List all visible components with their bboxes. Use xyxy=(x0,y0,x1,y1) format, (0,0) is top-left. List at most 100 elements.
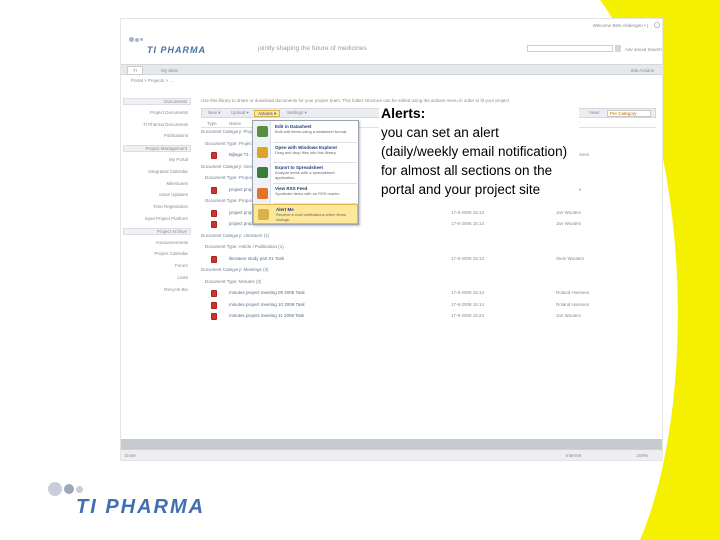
sidebar-item[interactable]: Project Management xyxy=(123,145,191,153)
sidebar-item[interactable]: Publications xyxy=(122,133,188,138)
status-bar: Done Internet 100% xyxy=(121,449,662,460)
menu-item-icon xyxy=(257,167,268,178)
help-icon[interactable] xyxy=(654,22,660,28)
modified-date: 17-9-2008 15:13 xyxy=(451,221,485,226)
sidebar-item[interactable]: Project Archive xyxy=(123,227,191,235)
welcome-menu[interactable]: Welcome Bets Alsbergen • | xyxy=(593,23,648,28)
sidebar-item[interactable]: Input Project Platform xyxy=(122,216,188,221)
group-header-row[interactable]: Document Type: Article / Publication (1) xyxy=(201,244,656,252)
view-select[interactable]: Per Category xyxy=(607,110,651,117)
group-header-row[interactable]: Document Type: Minutes (3) xyxy=(201,279,656,287)
document-name[interactable]: minutes project meeting 10 2008 Task xyxy=(229,302,305,307)
modified-date: 17-9-2008 15:14 xyxy=(451,301,485,307)
sidebar-item[interactable]: Forum xyxy=(122,263,188,268)
breadcrumb[interactable]: Portal > Projects > ... xyxy=(131,78,173,83)
table-row[interactable]: minutes project meeting 10 2008 Task 17-9… xyxy=(201,301,656,310)
menu-item-open-with-windows-explorer[interactable]: Open with Windows Explorer Drag and drop … xyxy=(253,143,358,163)
menu-item-description: Syndicate items with an RSS reader. xyxy=(275,190,340,196)
logo-dots-icon xyxy=(48,482,83,496)
modified-by: Roland Hoessen xyxy=(556,290,590,295)
search-input[interactable] xyxy=(527,45,613,52)
status-text: Done xyxy=(125,453,136,458)
upload-button[interactable]: Upload ▾ xyxy=(228,110,252,117)
modified-by: Roland Hoessen xyxy=(556,301,590,307)
sidebar-item[interactable]: Time Registration xyxy=(122,204,188,209)
sidebar-item[interactable]: Documents xyxy=(123,98,191,105)
settings-button[interactable]: Settings ▾ xyxy=(284,110,310,117)
menu-item-icon xyxy=(258,209,269,220)
browser-screenshot: Welcome Bets Alsbergen • | TI PHARMA joi… xyxy=(120,18,663,461)
group-label[interactable]: Document Type: Article / Publication (1) xyxy=(205,244,284,249)
document-name[interactable]: literature study part 01 Task xyxy=(229,256,284,261)
sidebar-item[interactable]: Milestones xyxy=(122,181,188,186)
pdf-icon xyxy=(211,290,217,297)
advanced-search-link[interactable]: Adv anced Search xyxy=(625,47,662,52)
column-type[interactable]: Type xyxy=(207,121,217,126)
sidebar-item[interactable]: Announcements xyxy=(122,240,188,245)
pdf-icon xyxy=(211,221,217,228)
callout-title: Alerts: xyxy=(381,105,426,121)
menu-item-export-to-spreadsheet[interactable]: Export to Spreadsheet Analyze items with … xyxy=(253,163,358,183)
logo-dots-icon xyxy=(129,37,143,42)
internet-zone: Internet xyxy=(566,453,582,458)
pdf-icon xyxy=(211,209,217,217)
quick-launch: Documents Project Documents TI Pharma Docu… xyxy=(121,98,193,308)
pdf-icon xyxy=(211,255,217,263)
tagline: jointly shaping the future of medicines xyxy=(258,45,367,52)
callout-body: you can set an alert (daily/weekly email… xyxy=(381,125,568,197)
menu-item-view-rss-feed[interactable]: View RSS Feed Syndicate items with an RSS… xyxy=(253,184,358,204)
search-icon[interactable] xyxy=(615,45,621,52)
document-name[interactable]: minutes project meeting 09 2008 Task xyxy=(229,290,305,295)
group-label[interactable]: Document Type: Minutes (3) xyxy=(205,279,261,284)
modified-date: 17-9-2008 15:13 xyxy=(451,209,485,215)
menu-item-icon xyxy=(257,126,268,137)
top-bar: Welcome Bets Alsbergen • | xyxy=(121,19,662,33)
pdf-icon xyxy=(211,313,217,320)
menu-item-edit-in-datasheet[interactable]: Edit in Datasheet Bulk edit items using a… xyxy=(253,122,358,142)
sidebar-item[interactable]: TI Pharma Documents xyxy=(122,122,188,127)
group-header-row[interactable]: Document Category: Meetings (3) xyxy=(201,267,656,275)
top-navigation: TI My Sites Site Actions xyxy=(121,64,662,75)
group-label[interactable]: Document Category: Meetings (3) xyxy=(201,267,269,272)
actions-button[interactable]: Actions ▾ xyxy=(254,110,281,117)
modified-by: Jan Wouters xyxy=(556,209,582,215)
menu-item-description: Analyze items with a spreadsheet applica… xyxy=(275,170,335,180)
library-description: Use this library to share or download do… xyxy=(201,98,509,103)
modified-by: Stein Wouters xyxy=(556,255,585,261)
table-row[interactable]: literature study part 01 Task 17-9-2008 1… xyxy=(201,255,656,264)
group-label[interactable]: Document Category: Literature (1) xyxy=(201,233,269,238)
menu-item-description: Drag and drop files into this library. xyxy=(275,149,337,155)
modified-by: Jan Wouters xyxy=(556,221,582,226)
sidebar-item[interactable]: Links xyxy=(122,275,188,280)
sidebar-item[interactable]: Project Documents xyxy=(122,110,188,115)
tab-my-sites[interactable]: My Sites xyxy=(161,68,178,73)
logo-text: TI PHARMA xyxy=(147,45,206,55)
sidebar-item[interactable]: Recycle Bin xyxy=(122,287,188,292)
pdf-icon xyxy=(211,186,217,194)
portal-logo: TI PHARMA xyxy=(129,35,249,55)
column-name[interactable]: Name xyxy=(229,121,241,126)
pdf-icon xyxy=(211,301,217,309)
modified-date: 17-9-2008 15:23 xyxy=(451,313,485,318)
site-actions-menu[interactable]: Site Actions xyxy=(630,68,654,73)
document-name[interactable]: minutes project meeting 11 2008 Task xyxy=(229,313,304,318)
group-header-row[interactable]: Document Category: Literature (1) xyxy=(201,233,656,241)
menu-item-description: Bulk edit items using a datasheet format… xyxy=(275,129,348,134)
table-row[interactable]: minutes project meeting 09 2008 Task 17-9… xyxy=(201,290,656,298)
sidebar-item[interactable]: Integrated Calendar xyxy=(122,169,188,174)
menu-item-alert-me[interactable]: Alert Me Receive e-mail notifications whe… xyxy=(253,204,358,224)
menu-item-icon xyxy=(257,146,268,158)
actions-dropdown-menu: Edit in Datasheet Bulk edit items using a… xyxy=(252,120,359,225)
menu-item-description: Receive e-mail notifications when items … xyxy=(276,212,347,222)
sidebar-item[interactable]: Project Calendar xyxy=(122,251,188,256)
table-row[interactable]: minutes project meeting 11 2008 Task 17-9… xyxy=(201,313,656,321)
tab-home[interactable]: TI xyxy=(127,66,143,75)
zoom-level[interactable]: 100% xyxy=(636,453,648,458)
sidebar-item[interactable]: My Portal xyxy=(122,157,188,162)
ti-pharma-logo: TI PHARMA xyxy=(48,482,208,522)
menu-item-icon xyxy=(257,187,268,199)
sidebar-item[interactable]: Issue Updates xyxy=(122,192,188,197)
page-bottom-band xyxy=(121,439,662,449)
new-button[interactable]: New ▾ xyxy=(205,110,224,117)
view-label: View: xyxy=(589,110,600,115)
